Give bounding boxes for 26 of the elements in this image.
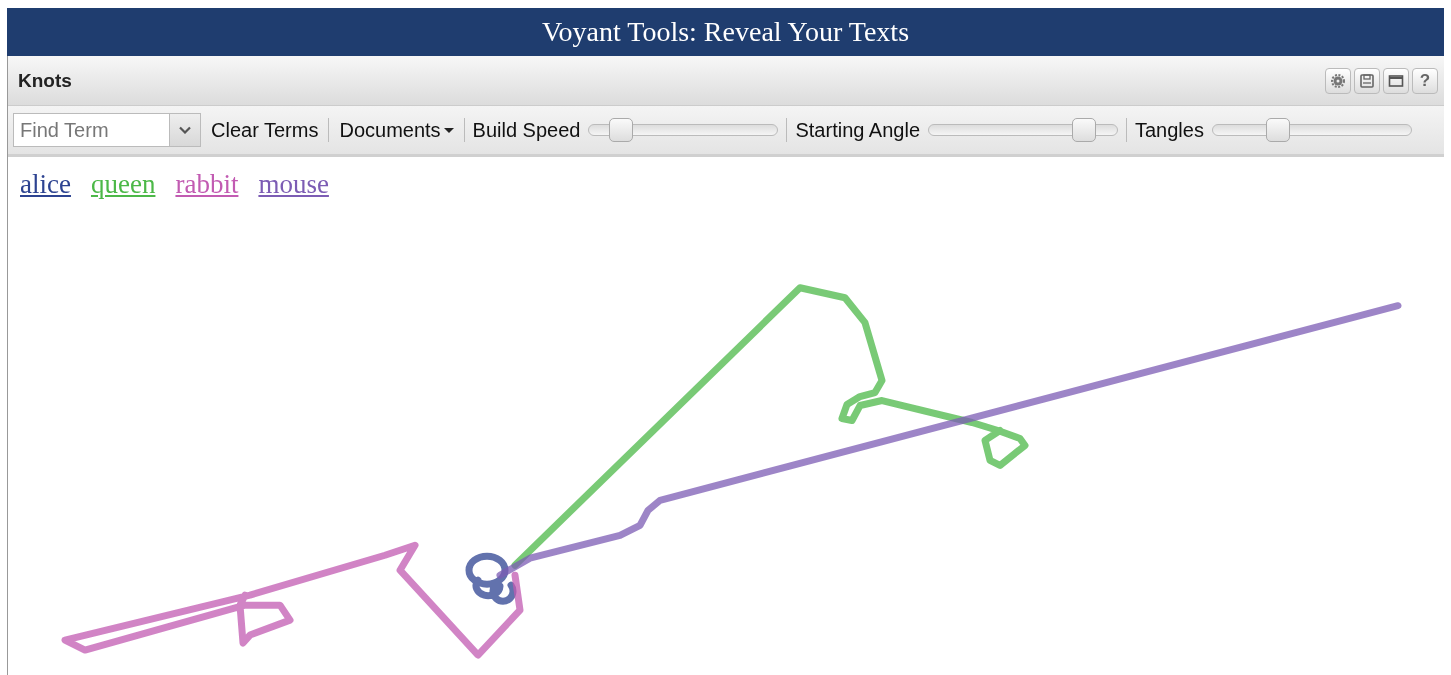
slider-thumb[interactable]: [1265, 118, 1290, 142]
slider-label: Tangles: [1135, 118, 1204, 142]
help-button[interactable]: ?: [1412, 67, 1438, 94]
gear-icon: [1330, 72, 1346, 89]
maximize-button[interactable]: [1383, 67, 1409, 94]
slider-track[interactable]: [1211, 118, 1412, 142]
panel-title: Knots: [18, 69, 72, 92]
term-link[interactable]: rabbit: [175, 169, 239, 200]
caret-icon: [443, 127, 454, 133]
save-button[interactable]: [1354, 67, 1380, 94]
slider-thumb[interactable]: [608, 118, 633, 142]
term-link[interactable]: mouse: [258, 169, 329, 200]
term-link[interactable]: alice: [20, 169, 71, 200]
documents-menu-button[interactable]: Documents: [337, 118, 456, 142]
app-title: Voyant Tools: Reveal Your Texts: [541, 16, 910, 48]
slider-thumb[interactable]: [1071, 118, 1096, 142]
window-icon: [1388, 72, 1404, 89]
find-term-field[interactable]: Find Term: [13, 113, 169, 147]
dropdown-toggle[interactable]: [169, 113, 201, 147]
slider-label: Build Speed: [472, 118, 581, 142]
slider-track[interactable]: [928, 118, 1118, 142]
clear-terms-button[interactable]: Clear Terms: [209, 118, 321, 142]
settings-button[interactable]: [1325, 67, 1351, 94]
chevron-down-icon: [179, 126, 191, 134]
slider-label: Starting Angle: [795, 118, 920, 142]
slider-track[interactable]: [588, 118, 779, 142]
